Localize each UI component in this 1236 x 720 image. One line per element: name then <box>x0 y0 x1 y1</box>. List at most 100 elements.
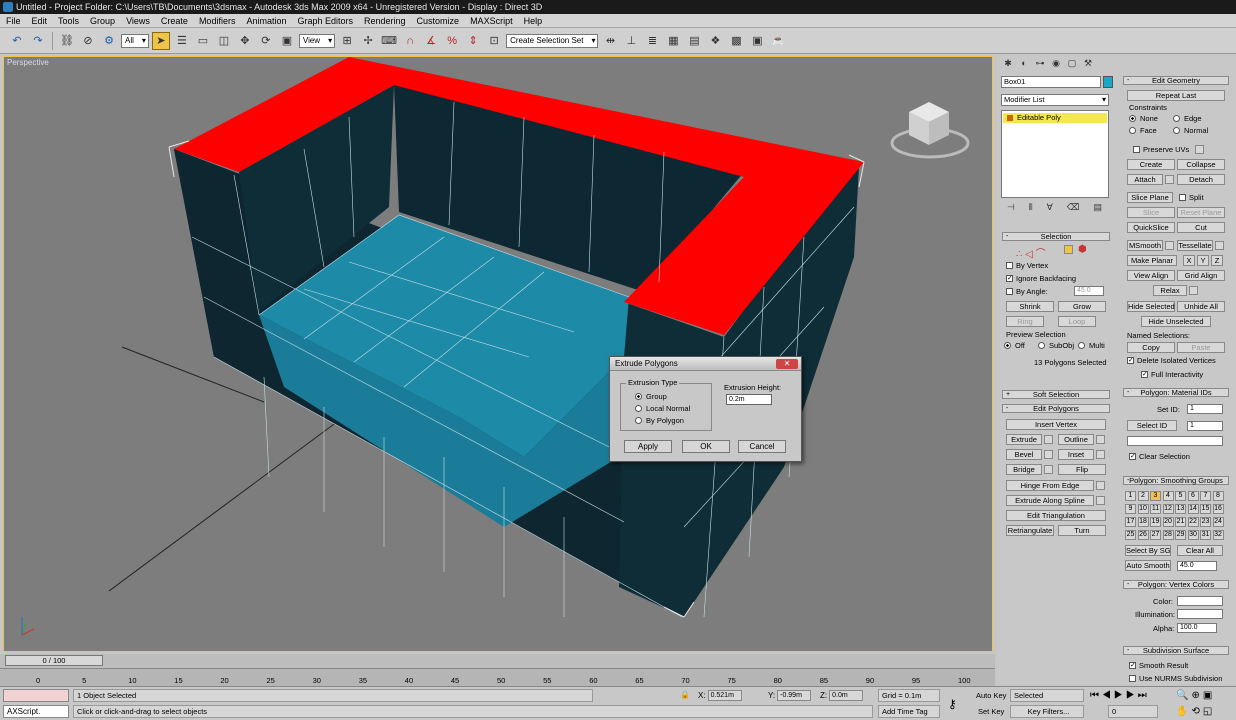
extrude-settings-icon[interactable] <box>1044 435 1053 444</box>
key-mode-dropdown[interactable]: Selected <box>1010 689 1084 702</box>
attach-list-icon[interactable] <box>1165 175 1174 184</box>
menu-views[interactable]: Views <box>126 16 150 26</box>
auto-smooth-field[interactable]: 45.0 <box>1177 561 1217 571</box>
planar-x-button[interactable]: X <box>1183 255 1195 266</box>
smoothing-group-21[interactable]: 21 <box>1175 517 1186 527</box>
make-unique-icon[interactable]: ∀ <box>1047 202 1053 216</box>
smoothing-group-28[interactable]: 28 <box>1162 530 1174 540</box>
preview-off-radio[interactable]: Off <box>1004 341 1025 350</box>
smoothing-group-29[interactable]: 29 <box>1175 530 1186 540</box>
polygon-mode-icon[interactable] <box>1064 245 1073 254</box>
unhide-all-button[interactable]: Unhide All <box>1177 301 1225 312</box>
set-key-button[interactable]: Set Key <box>978 707 1004 716</box>
smoothing-group-14[interactable]: 14 <box>1187 504 1199 514</box>
element-mode-icon[interactable]: ⬢ <box>1078 244 1087 255</box>
select-id-field[interactable]: 1 <box>1187 421 1223 431</box>
constraint-face-radio[interactable]: Face <box>1129 126 1157 135</box>
utilities-tab-icon[interactable]: ⚒ <box>1081 58 1095 71</box>
slice-button[interactable]: Slice <box>1127 207 1175 218</box>
radio-group[interactable]: Group <box>635 392 667 401</box>
maxscript-listener-mini[interactable] <box>3 689 69 702</box>
create-button[interactable]: Create <box>1127 159 1175 170</box>
shrink-button[interactable]: Shrink <box>1006 301 1054 312</box>
menu-create[interactable]: Create <box>161 16 188 26</box>
smoothing-group-3[interactable]: 3 <box>1150 491 1161 501</box>
material-editor-icon[interactable]: ❖ <box>706 32 724 50</box>
smoothing-group-4[interactable]: 4 <box>1162 491 1174 501</box>
edit-named-selection-icon[interactable]: ⊡ <box>485 32 503 50</box>
bind-spacewarp-icon[interactable]: ⚙ <box>100 32 118 50</box>
use-nurms-checkbox[interactable]: Use NURMS Subdivision <box>1129 674 1222 682</box>
bevel-button[interactable]: Bevel <box>1006 449 1042 460</box>
smoothing-group-12[interactable]: 12 <box>1162 504 1174 514</box>
preserve-uvs-checkbox[interactable]: Preserve UVs <box>1133 145 1189 154</box>
inset-button[interactable]: Inset <box>1058 449 1094 460</box>
detach-button[interactable]: Detach <box>1177 174 1225 185</box>
outline-button[interactable]: Outline <box>1058 434 1094 445</box>
preview-subobj-radio[interactable]: SubObj <box>1038 341 1074 350</box>
smoothing-group-20[interactable]: 20 <box>1162 517 1174 527</box>
angle-field[interactable]: 45.0 <box>1074 286 1104 296</box>
keyboard-shortcut-icon[interactable]: ⌨ <box>380 32 398 50</box>
window-crossing-icon[interactable]: ◫ <box>215 32 233 50</box>
paste-button[interactable]: Paste <box>1177 342 1225 353</box>
close-icon[interactable]: ✕ <box>776 359 798 369</box>
ring-button[interactable]: Ring <box>1006 316 1044 327</box>
auto-smooth-button[interactable]: Auto Smooth <box>1125 560 1171 571</box>
spinner-snap-icon[interactable]: ⇕ <box>464 32 482 50</box>
link-icon[interactable]: ⛓ <box>58 32 76 50</box>
hierarchy-tab-icon[interactable]: ⊶ <box>1033 58 1047 71</box>
collapse-button[interactable]: Collapse <box>1177 159 1225 170</box>
radio-local-normal[interactable]: Local Normal <box>635 404 690 413</box>
pivot-center-icon[interactable]: ⊞ <box>338 32 356 50</box>
smoothing-group-10[interactable]: 10 <box>1137 504 1149 514</box>
alpha-field[interactable]: 100.0 <box>1177 623 1217 633</box>
schematic-view-icon[interactable]: ▤ <box>685 32 703 50</box>
time-slider[interactable]: 0 / 100 <box>5 655 103 666</box>
unlink-icon[interactable]: ⊘ <box>79 32 97 50</box>
menu-edit[interactable]: Edit <box>32 16 48 26</box>
stack-item-editable-poly[interactable]: Editable Poly <box>1003 113 1107 123</box>
object-color-swatch[interactable] <box>1103 76 1113 88</box>
y-coordinate-field[interactable]: -0.99m <box>777 690 812 701</box>
tessellate-settings-icon[interactable] <box>1215 241 1224 250</box>
viewport-nav-icons-2[interactable]: ✋⟲◱ <box>1176 706 1215 717</box>
curve-editor-icon[interactable]: ▦ <box>664 32 682 50</box>
smoothing-group-6[interactable]: 6 <box>1187 491 1199 501</box>
auto-key-button[interactable]: Auto Key <box>976 691 1006 700</box>
pin-stack-icon[interactable]: ⊣ <box>1007 202 1015 216</box>
maxscript-input[interactable]: AXScript. <box>3 705 69 718</box>
smoothing-group-27[interactable]: 27 <box>1150 530 1161 540</box>
menu-graph-editors[interactable]: Graph Editors <box>297 16 353 26</box>
modify-tab-icon[interactable]: ◐ <box>1017 58 1031 71</box>
selection-filter-dropdown[interactable]: All <box>121 33 149 48</box>
soft-selection-header[interactable]: Soft Selection <box>1002 390 1110 399</box>
constraint-none-radio[interactable]: None <box>1129 114 1158 123</box>
z-coordinate-field[interactable]: 0.0m <box>829 690 864 701</box>
edit-geometry-header[interactable]: Edit Geometry <box>1123 76 1229 85</box>
ok-button[interactable]: OK <box>682 440 730 453</box>
smoothing-group-31[interactable]: 31 <box>1200 530 1211 540</box>
extrude-along-spline-button[interactable]: Extrude Along Spline <box>1006 495 1094 506</box>
slice-plane-button[interactable]: Slice Plane <box>1127 192 1173 203</box>
edit-triangulation-button[interactable]: Edit Triangulation <box>1006 510 1106 521</box>
planar-z-button[interactable]: Z <box>1211 255 1223 266</box>
angle-snap-icon[interactable]: ∡ <box>422 32 440 50</box>
percent-snap-icon[interactable]: % <box>443 32 461 50</box>
loop-button[interactable]: Loop <box>1058 316 1096 327</box>
time-slider-track[interactable]: 0 / 100 <box>0 654 995 668</box>
bridge-settings-icon[interactable] <box>1044 465 1053 474</box>
selection-rollout-header[interactable]: Selection <box>1002 232 1110 241</box>
reference-coordinate-dropdown[interactable]: View <box>298 33 336 48</box>
smoothing-group-17[interactable]: 17 <box>1125 517 1136 527</box>
smoothing-group-23[interactable]: 23 <box>1200 517 1211 527</box>
hinge-settings-icon[interactable] <box>1096 481 1105 490</box>
menu-modifiers[interactable]: Modifiers <box>199 16 236 26</box>
display-tab-icon[interactable]: ▢ <box>1065 58 1079 71</box>
select-by-name-icon[interactable]: ☰ <box>173 32 191 50</box>
msmooth-button[interactable]: MSmooth <box>1127 240 1163 251</box>
select-by-sg-button[interactable]: Select By SG <box>1125 545 1171 556</box>
align-icon[interactable]: ⊥ <box>622 32 640 50</box>
menu-animation[interactable]: Animation <box>246 16 286 26</box>
quickslice-button[interactable]: QuickSlice <box>1127 222 1175 233</box>
